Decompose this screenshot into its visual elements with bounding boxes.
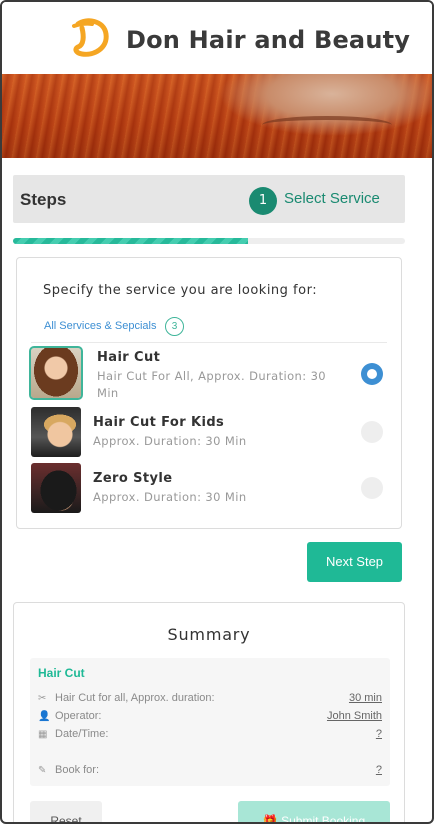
submit-booking-button[interactable]: 🎁 Submit Booking	[238, 801, 390, 824]
service-description: Hair Cut For All, Approx. Duration: 30 M…	[97, 369, 326, 400]
d-letter-logo-icon	[72, 18, 109, 57]
submit-booking-label: Submit Booking	[281, 814, 366, 824]
service-thumbnail	[29, 346, 83, 400]
hero-detail	[262, 116, 392, 134]
all-services-link[interactable]: All Services & Sepcials	[44, 320, 157, 332]
summary-row-value[interactable]: ?	[376, 764, 382, 776]
summary-row-label: Book for:	[55, 764, 100, 776]
summary-row-label: Date/Time:	[55, 728, 109, 740]
service-picker-card: Specify the service you are looking for:…	[16, 257, 402, 529]
progress-fill	[13, 238, 249, 244]
summary-row-operator: 👤 Operator: John Smith	[38, 709, 382, 725]
scissors-icon: ✂	[38, 693, 47, 704]
summary-row-value[interactable]: John Smith	[327, 710, 382, 722]
summary-row-value[interactable]: ?	[376, 728, 382, 740]
service-thumbnail	[31, 463, 81, 513]
service-radio-selected[interactable]	[361, 363, 383, 385]
calendar-icon: ▦	[38, 729, 48, 740]
summary-row-label: Operator:	[55, 710, 102, 722]
current-step-badge: 1	[249, 187, 277, 215]
summary-details: Hair Cut ✂ Hair Cut for all, Approx. dur…	[30, 658, 390, 786]
service-name: Hair Cut For Kids	[93, 415, 225, 430]
service-option-zero-style[interactable]: Zero Style Approx. Duration: 30 Min	[31, 463, 391, 515]
summary-row-datetime: ▦ Date/Time: ?	[38, 727, 382, 743]
service-radio[interactable]	[361, 421, 383, 443]
progress-bar	[13, 238, 405, 244]
summary-title: Summary	[167, 625, 251, 644]
service-option-hair-cut[interactable]: Hair Cut Hair Cut For All, Approx. Durat…	[29, 346, 391, 400]
service-prompt: Specify the service you are looking for:	[43, 283, 318, 298]
service-thumbnail	[31, 407, 81, 457]
summary-panel: Summary Hair Cut ✂ Hair Cut for all, App…	[13, 602, 405, 824]
hero-banner-image	[2, 74, 432, 158]
service-description: Approx. Duration: 30 Min	[93, 434, 247, 448]
service-name: Hair Cut	[97, 350, 161, 365]
service-radio[interactable]	[361, 477, 383, 499]
reset-button[interactable]: Reset	[30, 801, 102, 822]
summary-row-value[interactable]: 30 min	[349, 692, 382, 704]
pencil-icon: ✎	[38, 765, 47, 776]
service-description: Approx. Duration: 30 Min	[93, 490, 247, 504]
booking-widget: Don Hair and Beauty Steps 1 Select Servi…	[0, 0, 434, 824]
gift-icon: 🎁	[262, 814, 282, 824]
summary-row-duration: ✂ Hair Cut for all, Approx. duration: 30…	[38, 691, 382, 707]
service-option-hair-cut-for-kids[interactable]: Hair Cut For Kids Approx. Duration: 30 M…	[31, 407, 391, 459]
header: Don Hair and Beauty	[2, 2, 432, 74]
next-step-button[interactable]: Next Step	[307, 542, 402, 582]
user-icon: 👤	[38, 711, 51, 722]
summary-row-book-for: ✎ Book for: ?	[38, 763, 382, 779]
service-name: Zero Style	[93, 471, 173, 486]
steps-bar: Steps 1 Select Service	[13, 175, 405, 223]
summary-row-label: Hair Cut for all, Approx. duration:	[55, 692, 215, 704]
brand-name: Don Hair and Beauty	[126, 26, 411, 54]
steps-title: Steps	[20, 190, 67, 209]
divider	[31, 342, 387, 343]
services-count-badge: 3	[165, 317, 184, 336]
current-step-label: Select Service	[284, 190, 380, 207]
summary-service-name: Hair Cut	[38, 666, 85, 680]
